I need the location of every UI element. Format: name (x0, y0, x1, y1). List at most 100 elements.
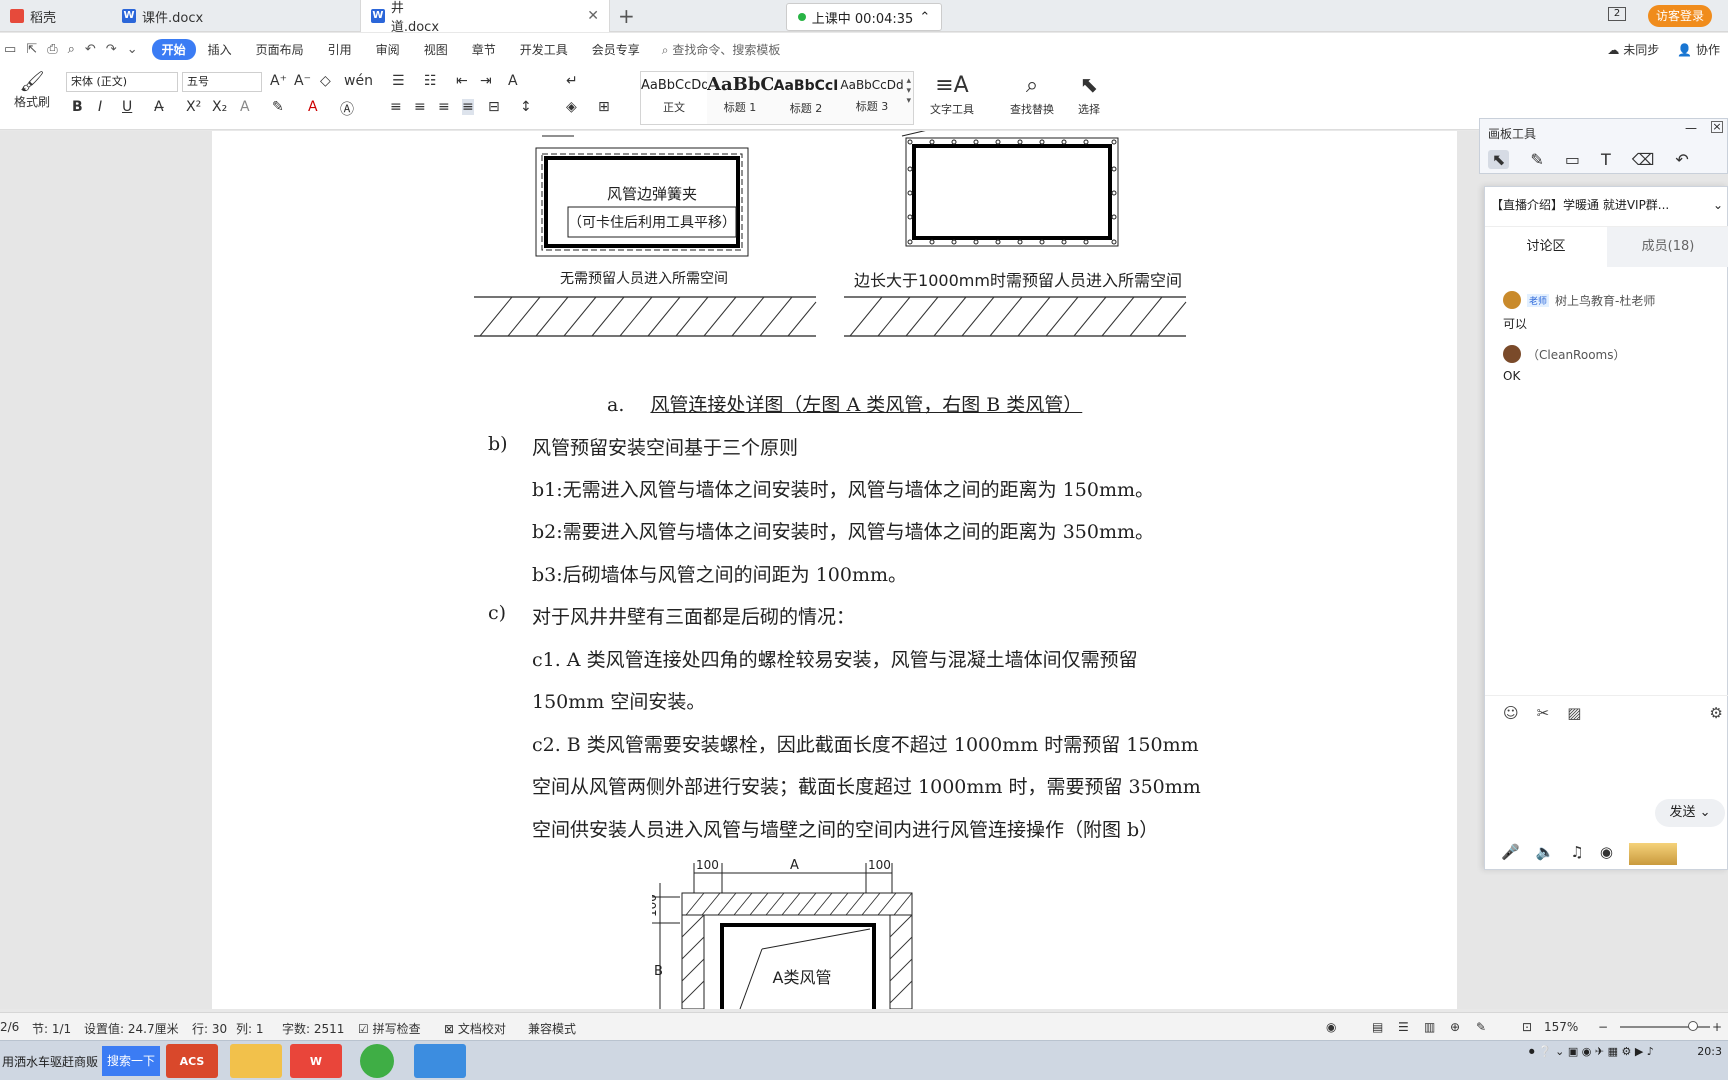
menu-review[interactable]: 审阅 (364, 41, 412, 58)
text-tool-icon[interactable]: T (1601, 150, 1611, 169)
eraser-tool-icon[interactable]: ⌫ (1632, 150, 1655, 169)
zoom-level[interactable]: 157% (1544, 1020, 1578, 1034)
menu-view[interactable]: 视图 (412, 41, 460, 58)
word-count[interactable]: 字数: 2511 (282, 1020, 344, 1037)
emoji-icon[interactable]: ☺ (1503, 704, 1519, 729)
align-center-icon[interactable]: ≡ (414, 99, 426, 115)
read-view-icon[interactable]: ▥ (1424, 1020, 1435, 1034)
shading-icon[interactable]: ◈ (566, 99, 577, 115)
image-icon[interactable]: ▨ (1567, 704, 1581, 729)
export-icon[interactable]: ⇱ (26, 42, 37, 57)
zoom-slider-thumb[interactable] (1688, 1021, 1698, 1031)
page-indicator[interactable]: 2/6 (0, 1020, 19, 1034)
web-view-icon[interactable]: ⊕ (1450, 1020, 1460, 1034)
chevron-down-icon[interactable]: ⌄ (1713, 187, 1723, 223)
menu-insert[interactable]: 插入 (196, 41, 244, 58)
tab-daoke[interactable]: 稻壳 (0, 0, 110, 32)
chat-header[interactable]: 【直播介绍】学暖通 就进VIP群... ⌄ (1485, 187, 1728, 227)
distribute-icon[interactable]: ⊟ (488, 99, 500, 115)
document-page[interactable]: 风管边弹簧夹 （可卡住后利用工具平移） 无需预留人员进入所需空间 边长大于100… (212, 131, 1457, 1009)
page-view-icon[interactable]: ▤ (1372, 1020, 1383, 1034)
file-explorer-icon[interactable] (230, 1044, 282, 1078)
fit-page-icon[interactable]: ⊡ (1522, 1020, 1532, 1034)
strikethrough-icon[interactable]: A̶ (154, 99, 164, 115)
sync-status[interactable]: ☁ 未同步 (1607, 41, 1659, 58)
zoom-in-icon[interactable]: + (1712, 1020, 1722, 1034)
grow-font-icon[interactable]: A⁺ (270, 73, 287, 89)
select-button[interactable]: ⬉ 选择 (1078, 71, 1100, 117)
outline-view-icon[interactable]: ☰ (1398, 1020, 1409, 1034)
highlight-icon[interactable]: ✎ (272, 99, 284, 115)
tab-members[interactable]: 成员(18) (1607, 227, 1728, 267)
chinese-layout-icon[interactable]: A (508, 73, 518, 89)
borders-icon[interactable]: ⊞ (598, 99, 610, 115)
menu-member[interactable]: 会员专享 (580, 41, 652, 58)
text-tools-button[interactable]: ≡A 文字工具 (930, 71, 974, 117)
menu-references[interactable]: 引用 (316, 41, 364, 58)
class-timer[interactable]: 上课中 00:04:35 ⌃ (786, 3, 942, 31)
taskbar-search-button[interactable]: 搜索一下 (102, 1046, 160, 1076)
minimize-icon[interactable]: — (1685, 121, 1697, 135)
close-board-icon[interactable]: × (1711, 121, 1723, 133)
phonetic-icon[interactable]: wén (344, 73, 373, 89)
increase-indent-icon[interactable]: ⇥ (480, 73, 492, 89)
style-normal[interactable]: AaBbCcDd 正文 (641, 72, 707, 124)
style-heading1[interactable]: AaBbC 标题 1 (707, 72, 773, 124)
save-icon[interactable]: ▭ (4, 42, 16, 57)
browser-icon[interactable] (360, 1044, 394, 1078)
show-hide-icon[interactable]: ↵ (566, 73, 578, 89)
align-left-icon[interactable]: ≡ (390, 99, 402, 115)
speaker-icon[interactable]: 🔈 (1536, 843, 1555, 865)
pointer-tool-icon[interactable]: ⬉ (1488, 149, 1510, 169)
more-icon[interactable]: ⌄ (127, 42, 138, 57)
camera-icon[interactable]: ◉ (1600, 843, 1613, 865)
decrease-indent-icon[interactable]: ⇤ (456, 73, 468, 89)
menu-home[interactable]: 开始 (151, 38, 196, 60)
format-painter-button[interactable]: 🖌 格式刷 (14, 69, 50, 110)
shrink-font-icon[interactable]: A⁻ (294, 73, 311, 89)
rectangle-tool-icon[interactable]: ▭ (1565, 150, 1580, 169)
bold-icon[interactable]: B (72, 99, 83, 115)
font-size-select[interactable]: 五号 (182, 72, 262, 92)
justify-icon[interactable]: ≡ (462, 99, 474, 115)
find-replace-button[interactable]: ⌕ 查找替换 (1010, 71, 1054, 117)
italic-icon[interactable]: I (98, 99, 102, 115)
menu-chapter[interactable]: 章节 (460, 41, 508, 58)
zoom-out-icon[interactable]: − (1598, 1020, 1608, 1034)
eye-icon[interactable]: ◉ (1326, 1020, 1336, 1034)
align-right-icon[interactable]: ≡ (438, 99, 450, 115)
music-icon[interactable]: ♫ (1570, 843, 1583, 865)
guest-login-button[interactable]: 访客登录 (1648, 5, 1713, 27)
print-preview-icon[interactable]: ⌕ (68, 42, 75, 57)
live-class-app-icon[interactable] (414, 1044, 466, 1078)
gallery-scroll-icon[interactable]: ▴ ▾ ▾ (906, 76, 911, 106)
char-border-icon[interactable]: Ⓐ (340, 99, 354, 119)
spell-check-button[interactable]: ☑ 拼写检查 (358, 1020, 421, 1037)
numbered-list-icon[interactable]: ☷ (424, 73, 437, 89)
subscript-icon[interactable]: X₂ (212, 99, 227, 115)
bullet-list-icon[interactable]: ☰ (392, 73, 405, 89)
collaborate-button[interactable]: 👤 协作 (1677, 41, 1720, 58)
write-view-icon[interactable]: ✎ (1476, 1020, 1486, 1034)
new-tab-button[interactable]: + (618, 4, 635, 28)
menu-developer[interactable]: 开发工具 (508, 41, 580, 58)
pen-tool-icon[interactable]: ✎ (1530, 150, 1543, 169)
clear-format-icon[interactable]: ◇ (320, 73, 331, 89)
style-heading2[interactable]: AaBbCcI 标题 2 (773, 72, 839, 124)
news-ticker[interactable]: 用洒水车驱赶商贩 (2, 1053, 98, 1070)
window-count-badge[interactable]: 2 (1608, 7, 1626, 21)
close-tab-icon[interactable]: ✕ (587, 8, 599, 24)
scissors-icon[interactable]: ✂ (1537, 704, 1550, 729)
undo-icon[interactable]: ↶ (85, 42, 96, 57)
settings-icon[interactable]: ⚙ (1709, 704, 1722, 729)
wps-app[interactable]: W (290, 1044, 342, 1078)
send-button[interactable]: 发送 ⌄ (1655, 799, 1725, 827)
redo-icon[interactable]: ↷ (106, 42, 117, 57)
font-name-select[interactable]: 宋体 (正文) (66, 72, 178, 92)
tab-kejian[interactable]: W 课件.docx (112, 0, 358, 32)
style-heading3[interactable]: AaBbCcDd 标题 3 (839, 72, 905, 124)
line-spacing-icon[interactable]: ↕ (520, 99, 532, 115)
acs-app[interactable]: ACS (166, 1044, 218, 1078)
text-effect-icon[interactable]: A (240, 99, 250, 115)
command-search[interactable]: ⌕ 查找命令、搜索模板 (662, 41, 781, 58)
